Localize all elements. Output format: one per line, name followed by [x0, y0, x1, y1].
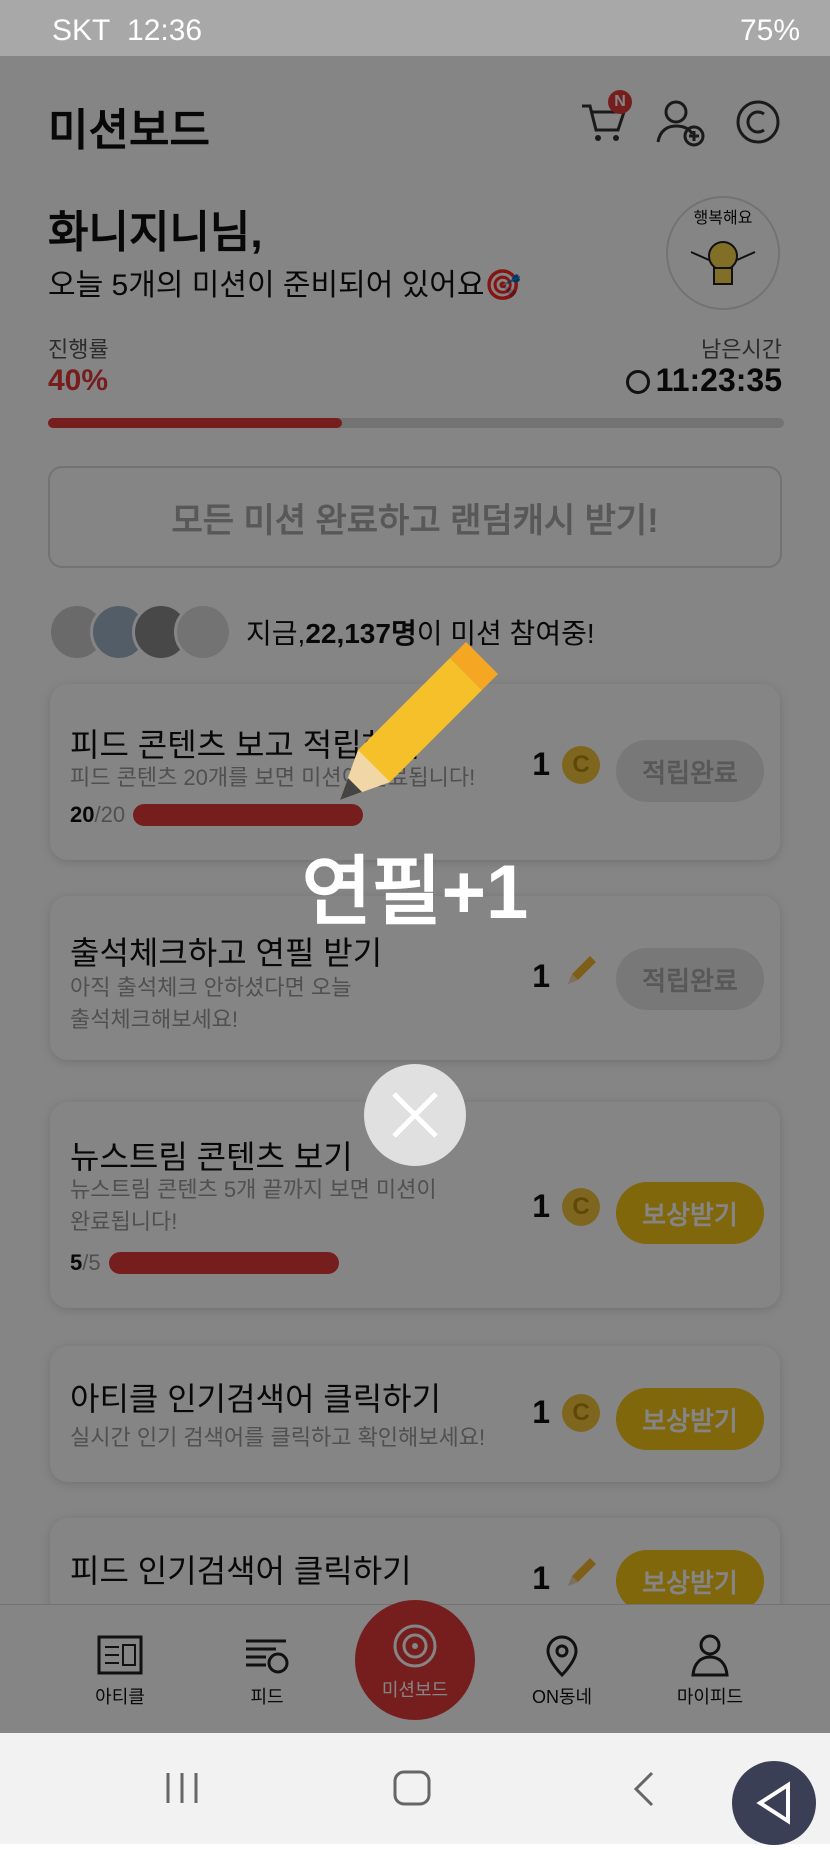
- pencil-icon: [330, 640, 500, 810]
- recents-icon[interactable]: [164, 1771, 200, 1805]
- triangle-icon: [756, 1781, 790, 1825]
- close-button[interactable]: [364, 1064, 466, 1166]
- back-icon[interactable]: [630, 1771, 660, 1807]
- assistant-floating-button[interactable]: [732, 1761, 816, 1845]
- battery-level: 75%: [739, 14, 800, 47]
- status-bar: SKT 12:36 75%: [0, 0, 830, 56]
- home-icon[interactable]: [392, 1769, 432, 1807]
- system-nav-bar: [0, 1733, 830, 1845]
- status-right: 75%: [740, 14, 800, 48]
- close-icon: [392, 1092, 438, 1138]
- carrier-label: SKT: [52, 14, 111, 47]
- reward-popup-text: 연필+1: [301, 850, 529, 935]
- status-left: SKT 12:36: [52, 14, 202, 48]
- clock: 12:36: [127, 14, 203, 47]
